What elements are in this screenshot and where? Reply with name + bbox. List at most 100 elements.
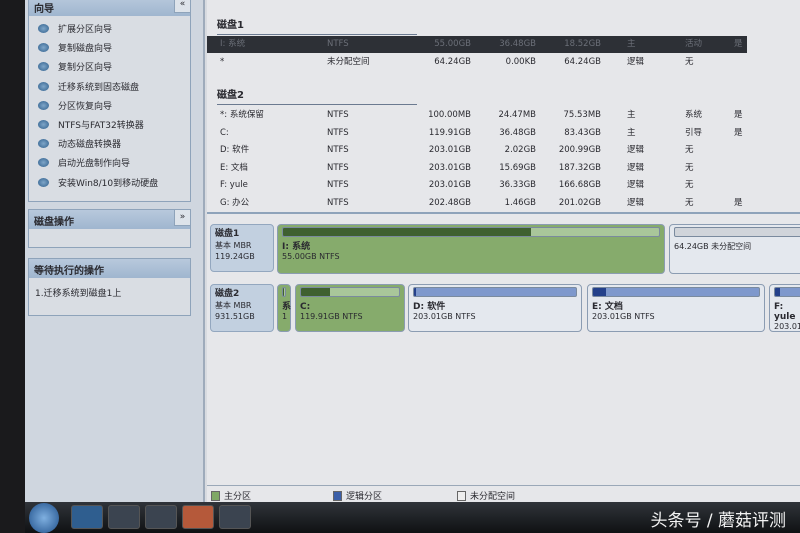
- partition-info: 203.01GB NTFS: [413, 312, 476, 321]
- cell: 203.01GB: [428, 145, 471, 156]
- cell: 55.00GB: [434, 39, 471, 49]
- partition-info: 119.91GB NTFS: [300, 312, 363, 321]
- cell: 64.24GB: [564, 56, 601, 67]
- table-row[interactable]: F: yule NTFS 203.01GB 36.33GB 166.68GB 逻辑 无: [207, 177, 747, 194]
- cell: 无: [685, 180, 694, 191]
- table-row[interactable]: G: 办公 NTFS 202.48GB 1.46GB 201.02GB 逻辑 无 是: [207, 195, 747, 212]
- partition-info: 64.24GB 未分配空间: [674, 242, 752, 251]
- partition-name: E: 文档: [592, 302, 623, 312]
- collapse-button[interactable]: «: [174, 0, 191, 13]
- partition-block[interactable]: D: 软件 203.01GB NTFS: [408, 284, 582, 332]
- legend-logical: 逻辑分区: [333, 489, 382, 502]
- legend: 主分区 逻辑分区 未分配空间: [207, 485, 800, 502]
- partition-name: I: 系统: [282, 242, 311, 252]
- partition-name: 系: [282, 302, 292, 312]
- usage-fill: [593, 288, 607, 296]
- table-row[interactable]: E: 文档 NTFS 203.01GB 15.69GB 187.32GB 逻辑 无: [207, 160, 747, 177]
- table-row[interactable]: *: 系统保留 NTFS 100.00MB 24.47MB 75.53MB 主 系统 是: [207, 107, 747, 124]
- wizard-icon: [38, 158, 49, 168]
- wizard-item[interactable]: 复制磁盘向导: [29, 38, 190, 57]
- cell: *: [220, 56, 225, 67]
- partition-block[interactable]: F: yule 203.01: [769, 284, 800, 332]
- disk-ops-panel: 磁盘操作 »: [28, 209, 191, 248]
- partition-tool-icon[interactable]: [182, 505, 214, 529]
- cell: 是: [734, 127, 743, 138]
- cell: 75.53MB: [563, 110, 602, 120]
- wizard-title: 向导: [29, 0, 190, 16]
- cell: 无: [685, 162, 694, 173]
- disk1-heading: 磁盘1: [217, 16, 417, 35]
- partition-block[interactable]: I: 系统 55.00GB NTFS: [277, 224, 665, 274]
- cell: NTFS: [327, 180, 349, 191]
- partition-info: 1: [282, 312, 288, 321]
- legend-unallocated: 未分配空间: [457, 489, 515, 502]
- wizard-item-label: 复制磁盘向导: [58, 44, 113, 55]
- cell: 201.02GB: [558, 198, 601, 208]
- wizard-icon: [38, 177, 49, 187]
- taskbar-app-icon[interactable]: [219, 505, 251, 529]
- cell: 引导: [685, 127, 703, 138]
- wizard-icon: [38, 43, 49, 53]
- disk2-label[interactable]: 磁盘2 基本 MBR 931.51GB: [210, 284, 274, 332]
- wizard-icon: [38, 100, 49, 110]
- cell: 64.24GB: [434, 56, 471, 67]
- cell: 119.91GB: [428, 127, 471, 138]
- wizard-item[interactable]: 复制分区向导: [29, 57, 190, 76]
- main-area: 磁盘1 I: 系统 NTFS 55.00GB 36.48GB 18.52GB 主活动是 * 未…: [207, 0, 800, 502]
- wizard-item[interactable]: 启动光盘制作向导: [29, 153, 190, 172]
- cell: 24.47MB: [498, 110, 537, 120]
- explorer-icon[interactable]: [145, 505, 177, 529]
- cell: C:: [220, 127, 229, 138]
- cell: 未分配空间: [327, 56, 370, 67]
- table-row[interactable]: * 未分配空间 64.24GB 0.00KB 64.24GB 逻辑 无: [207, 54, 747, 71]
- wizard-item[interactable]: 安装Win8/10到移动硬盘: [29, 173, 190, 192]
- cell: 活动: [685, 39, 703, 49]
- wizard-item-label: 复制分区向导: [58, 63, 113, 74]
- partition-block[interactable]: C: 119.91GB NTFS: [295, 284, 405, 332]
- table-row[interactable]: D: 软件 NTFS 203.01GB 2.02GB 200.99GB 逻辑 无: [207, 142, 747, 159]
- wizard-item-label: 启动光盘制作向导: [58, 159, 131, 170]
- cell: 逻辑: [627, 180, 645, 191]
- cell: 逻辑: [627, 56, 645, 67]
- wizard-item[interactable]: 分区恢复向导: [29, 96, 190, 115]
- ie-icon[interactable]: [71, 505, 103, 529]
- table-row[interactable]: C: NTFS 119.91GB 36.48GB 83.43GB 主 引导 是: [207, 125, 747, 142]
- wizard-item[interactable]: 动态磁盘转换器: [29, 134, 190, 153]
- pending-item[interactable]: 1.迁移系统到磁盘1上: [29, 278, 190, 307]
- cell: 主: [627, 127, 636, 138]
- table-row[interactable]: I: 系统 NTFS 55.00GB 36.48GB 18.52GB 主 活动 是: [207, 36, 747, 53]
- sidebar: 向导 « 扩展分区向导复制磁盘向导 复制分区向导迁移系统到固态磁盘分区恢复向导 NT…: [25, 0, 205, 502]
- cell: 203.01GB: [428, 162, 471, 173]
- cell: 2.02GB: [504, 145, 536, 156]
- taskbar-app-icon[interactable]: [108, 505, 140, 529]
- wizard-item[interactable]: 迁移系统到固态磁盘: [29, 77, 190, 96]
- partition-info: 55.00GB NTFS: [282, 252, 340, 261]
- wizard-item[interactable]: 扩展分区向导: [29, 19, 190, 38]
- disk-map: 磁盘1 基本 MBR 119.24GB 磁盘2 基本 MBR 931.51GB I: 系…: [207, 212, 800, 332]
- partition-info: 203.01GB NTFS: [592, 312, 655, 321]
- cell: F: yule: [220, 180, 248, 191]
- wizard-item-label: 迁移系统到固态磁盘: [58, 82, 140, 93]
- start-button[interactable]: [29, 503, 59, 533]
- disk2-type: 基本 MBR: [215, 301, 252, 310]
- partition-name: D: 软件: [413, 302, 446, 312]
- cell: 无: [685, 198, 694, 208]
- disk1-size: 119.24GB: [215, 252, 255, 261]
- cell: D: 软件: [220, 145, 250, 156]
- cell: 是: [734, 110, 743, 120]
- cell: *: 系统保留: [220, 110, 264, 120]
- partition-name: C:: [300, 302, 311, 312]
- wizard-icon: [38, 24, 49, 34]
- partition-block[interactable]: 64.24GB 未分配空间: [669, 224, 800, 274]
- partition-block[interactable]: E: 文档 203.01GB NTFS: [587, 284, 765, 332]
- cell: 是: [734, 198, 743, 208]
- legend-primary: 主分区: [211, 489, 251, 502]
- partition-block[interactable]: 系1: [277, 284, 291, 332]
- pending-panel: 等待执行的操作 1.迁移系统到磁盘1上: [28, 258, 191, 316]
- cell: 系统: [685, 110, 703, 120]
- disk1-label[interactable]: 磁盘1 基本 MBR 119.24GB: [210, 224, 274, 272]
- cell: NTFS: [327, 145, 349, 156]
- cell: 无: [685, 56, 694, 67]
- expand-button[interactable]: »: [174, 209, 191, 226]
- wizard-item[interactable]: NTFS与FAT32转换器: [29, 115, 190, 134]
